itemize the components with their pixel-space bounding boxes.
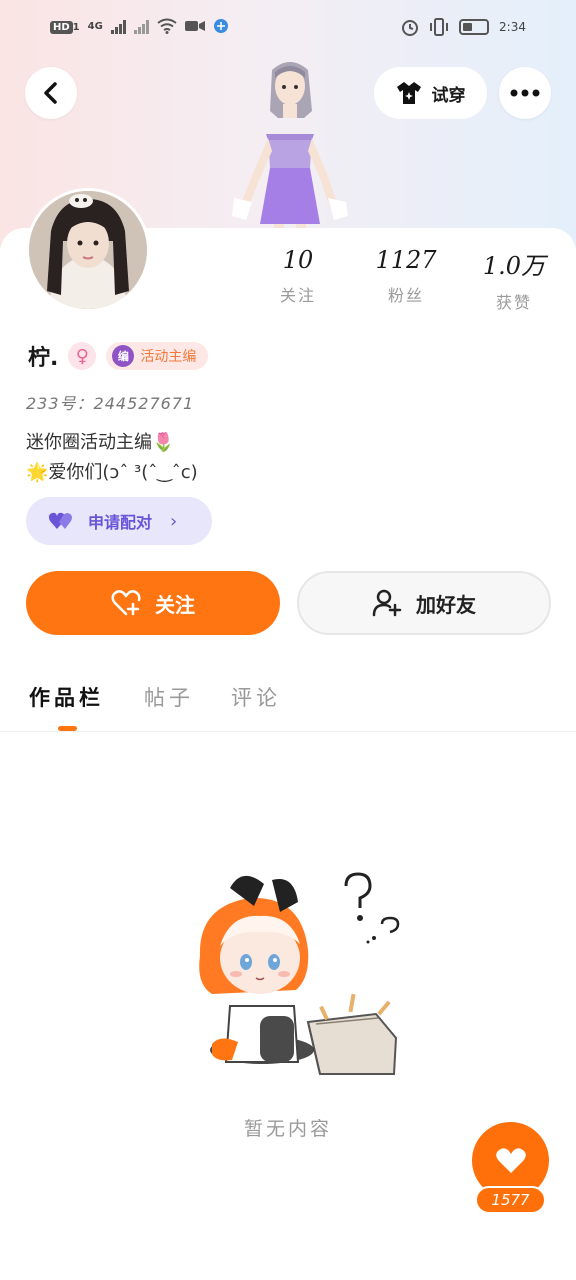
female-icon: ♀ (68, 342, 97, 370)
bio-line-2: 🌟爱你们(ɔˆ ³(ˆ‿ˆc) (26, 462, 198, 483)
tab-posts[interactable]: 帖子 (144, 682, 194, 712)
stat-fans-value: 1127 (375, 246, 437, 274)
role-badge[interactable]: 编 活动主编 (106, 342, 209, 370)
add-friend-button[interactable]: 加好友 (297, 571, 551, 635)
chevron-left-icon (44, 82, 57, 104)
stat-likes[interactable]: 1.0万 获赞 (469, 246, 559, 313)
name-row: 柠. ♀ 编 活动主编 (28, 340, 209, 372)
avatar-photo (29, 191, 147, 309)
wifi-icon (157, 18, 177, 34)
role-badge-label: 活动主编 (140, 349, 197, 365)
heart-plus-icon (111, 590, 141, 616)
tshirt-icon (396, 82, 421, 104)
user-plus-icon (372, 589, 402, 617)
empty-state-illustration (199, 872, 400, 1075)
tab-comments[interactable]: 评论 (231, 682, 281, 712)
status-right: 2:34 (401, 18, 526, 36)
try-on-button[interactable]: 试穿 (374, 67, 487, 119)
vibrate-icon (430, 18, 449, 36)
browser-icon (213, 19, 228, 33)
signal-icon (110, 18, 126, 34)
chevron-right-icon: › (170, 510, 178, 532)
content-tabs: 作品栏 帖子 评论 (0, 674, 576, 732)
add-friend-label: 加好友 (416, 592, 476, 617)
more-dots-icon (510, 89, 540, 97)
user-avatar[interactable] (26, 188, 150, 312)
active-tab-indicator (58, 726, 77, 731)
follow-label: 关注 (155, 592, 195, 617)
avatar-3d-figure (232, 62, 348, 232)
double-heart-icon (48, 512, 72, 529)
more-button[interactable] (499, 67, 551, 119)
apply-pair-button[interactable]: 申请配对 › (26, 497, 212, 545)
user-name: 柠. (28, 346, 59, 371)
stat-fans-label: 粉丝 (387, 286, 424, 305)
follow-button[interactable]: 关注 (26, 571, 280, 635)
status-left: HD 1 4G (50, 18, 229, 34)
video-icon (184, 21, 205, 31)
tab-works[interactable]: 作品栏 (29, 682, 104, 712)
try-on-label: 试穿 (431, 85, 466, 106)
hd-badge: HD 1 (50, 19, 80, 34)
like-count: 1577 (475, 1186, 546, 1214)
editor-icon: 编 (112, 345, 135, 367)
status-time: 2:34 (499, 20, 526, 34)
alarm-icon (402, 20, 419, 36)
user-id: 233号：244527671 (26, 394, 195, 413)
stat-following-value: 10 (282, 246, 314, 274)
network-label: 4G (87, 20, 103, 32)
apply-pair-label: 申请配对 (88, 513, 153, 532)
stat-likes-label: 获赞 (495, 293, 532, 312)
back-button[interactable] (25, 67, 77, 119)
battery-icon (459, 19, 490, 35)
heart-icon (495, 1147, 526, 1173)
status-bar: HD 1 4G 2:34 (0, 14, 576, 44)
bio-line-1: 迷你圈活动主编🌷 (26, 432, 175, 453)
stat-fans[interactable]: 1127 粉丝 (361, 246, 451, 306)
signal-2-icon (133, 18, 149, 34)
stat-likes-value: 1.0万 (482, 252, 546, 280)
stat-following[interactable]: 10 关注 (253, 246, 343, 306)
stat-following-label: 关注 (279, 286, 316, 305)
